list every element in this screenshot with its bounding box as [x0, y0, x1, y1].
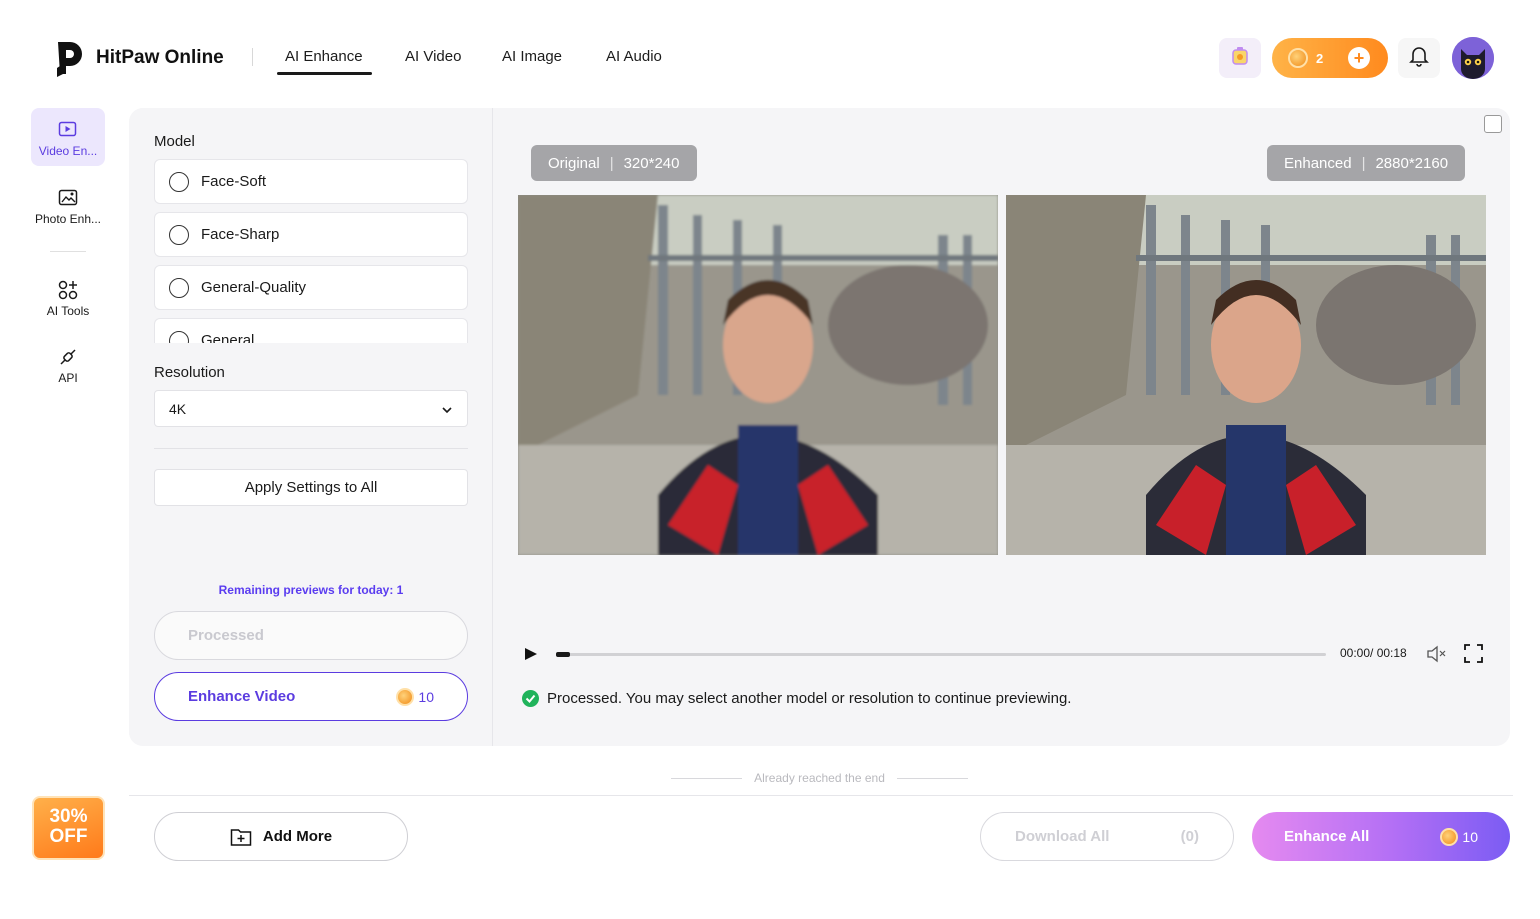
hitpaw-logo-icon [54, 38, 88, 78]
sidebar-item-label: AI Tools [46, 304, 90, 318]
nav-ai-image[interactable]: AI Image [502, 48, 562, 65]
apply-settings-button[interactable]: Apply Settings to All [154, 469, 468, 506]
coin-icon [1440, 827, 1459, 846]
chevron-down-icon [441, 401, 453, 417]
model-option-label: General-Quality [201, 279, 307, 296]
enhance-cost-value: 10 [418, 688, 434, 705]
download-count: (0) [1180, 828, 1199, 845]
divider-line [671, 777, 743, 779]
credits-button[interactable]: 2 + [1272, 38, 1388, 78]
download-all-button[interactable]: Download All (0) [980, 812, 1234, 861]
original-size: 320*240 [623, 154, 680, 172]
sidebar-item-label: API [58, 371, 78, 385]
nav-ai-enhance[interactable]: AI Enhance [285, 48, 363, 65]
face-sharp-icon [169, 224, 189, 245]
coin-icon [1288, 48, 1308, 68]
settings-divider [154, 448, 468, 449]
promo-off: OFF [49, 826, 88, 847]
model-option-general-quality[interactable]: General-Quality [154, 265, 468, 310]
notifications-button[interactable] [1398, 38, 1440, 78]
enhance-all-cost-value: 10 [1462, 828, 1478, 845]
model-option-label: Face-Sharp [201, 226, 280, 243]
remaining-previews-text: Remaining previews for today: 1 [218, 583, 404, 597]
enhance-video-button[interactable]: Enhance Video 10 [154, 672, 468, 721]
credits-count: 2 [1316, 50, 1324, 66]
enhance-all-cost: 10 [1440, 827, 1478, 846]
enhanced-label: Enhanced [1284, 154, 1352, 172]
processed-button[interactable]: Processed [154, 611, 468, 660]
tools-grid-icon [31, 278, 105, 302]
sidebar-item-label: Video En... [38, 144, 98, 158]
tag-separator: | [1361, 154, 1366, 172]
model-option-face-soft[interactable]: Face-Soft [154, 159, 468, 204]
enhance-all-label: Enhance All [1284, 828, 1370, 845]
nav-ai-audio[interactable]: AI Audio [606, 48, 662, 65]
end-note-text: Already reached the end [754, 771, 885, 785]
download-all-label: Download All [1015, 828, 1110, 845]
gift-button[interactable] [1219, 38, 1261, 78]
bell-icon [1409, 45, 1429, 72]
enhance-cost: 10 [396, 687, 434, 706]
add-more-button[interactable]: Add More [154, 812, 408, 861]
resolution-label: Resolution [154, 364, 225, 381]
time-display: 00:00/ 00:18 [1340, 646, 1407, 660]
processing-status: Processed. You may select another model … [522, 690, 1071, 707]
delete-icon[interactable] [1484, 115, 1502, 133]
brand-logo[interactable]: HitPaw Online [54, 38, 224, 78]
avatar[interactable] [1452, 37, 1494, 79]
original-tag: Original | 320*240 [531, 145, 697, 181]
enhance-all-button[interactable]: Enhance All 10 [1252, 812, 1510, 861]
brand-name: HitPaw Online [96, 47, 224, 68]
promo-percent: 30% [49, 806, 88, 827]
nav-ai-video[interactable]: AI Video [405, 48, 461, 65]
model-label: Model [154, 133, 195, 150]
enhanced-tag: Enhanced | 2880*2160 [1267, 145, 1466, 181]
add-more-label: Add More [262, 828, 333, 845]
divider-line [896, 777, 969, 779]
footer-divider [129, 795, 1513, 796]
sidebar-item-ai-tools[interactable]: AI Tools [31, 268, 105, 326]
sidebar-item-photo-enhancer[interactable]: Photo Enh... [31, 176, 105, 234]
mute-icon[interactable] [1426, 645, 1446, 668]
plug-icon [31, 345, 105, 369]
general-icon [169, 330, 189, 343]
resolution-select[interactable]: 4K [154, 390, 468, 427]
plus-icon[interactable]: + [1348, 47, 1370, 69]
sidebar-divider [50, 251, 86, 252]
fullscreen-icon[interactable] [1464, 644, 1483, 668]
enhanced-video-frame[interactable] [1006, 195, 1486, 555]
video-player-controls: 00:00/ 00:18 [518, 642, 1486, 666]
tag-separator: | [609, 154, 614, 172]
enhanced-size: 2880*2160 [1375, 154, 1449, 172]
photo-hd-icon [31, 186, 105, 210]
nav-active-underline [277, 72, 372, 75]
sidebar-item-video-enhancer[interactable]: Video En... [31, 108, 105, 166]
gift-icon [1229, 45, 1251, 72]
model-list[interactable]: Face-Soft Face-Sharp General-Quality Gen… [154, 159, 468, 343]
seek-bar-progress [556, 652, 570, 657]
resolution-value: 4K [169, 400, 187, 417]
original-video-frame[interactable] [518, 195, 998, 555]
coin-icon [396, 687, 415, 706]
enhance-video-label: Enhance Video [188, 688, 296, 705]
seek-bar[interactable] [556, 652, 1326, 657]
video-hd-icon [31, 118, 105, 142]
play-icon[interactable] [524, 647, 538, 666]
model-option-label: General [201, 332, 255, 343]
discount-promo-badge[interactable]: 30% OFF [32, 796, 105, 860]
sidebar-item-label: Photo Enh... [34, 212, 102, 226]
model-option-general[interactable]: General [154, 318, 468, 343]
header-divider [252, 48, 253, 66]
add-folder-icon [230, 827, 252, 847]
palette-icon [169, 277, 189, 298]
original-label: Original [548, 154, 600, 172]
model-option-face-sharp[interactable]: Face-Sharp [154, 212, 468, 257]
end-of-list-note: Already reached the end [671, 771, 969, 785]
status-text: Processed. You may select another model … [547, 690, 1072, 707]
sidebar-item-api[interactable]: API [31, 335, 105, 393]
check-circle-icon [522, 690, 539, 707]
face-icon [169, 171, 189, 192]
model-option-label: Face-Soft [201, 173, 267, 190]
